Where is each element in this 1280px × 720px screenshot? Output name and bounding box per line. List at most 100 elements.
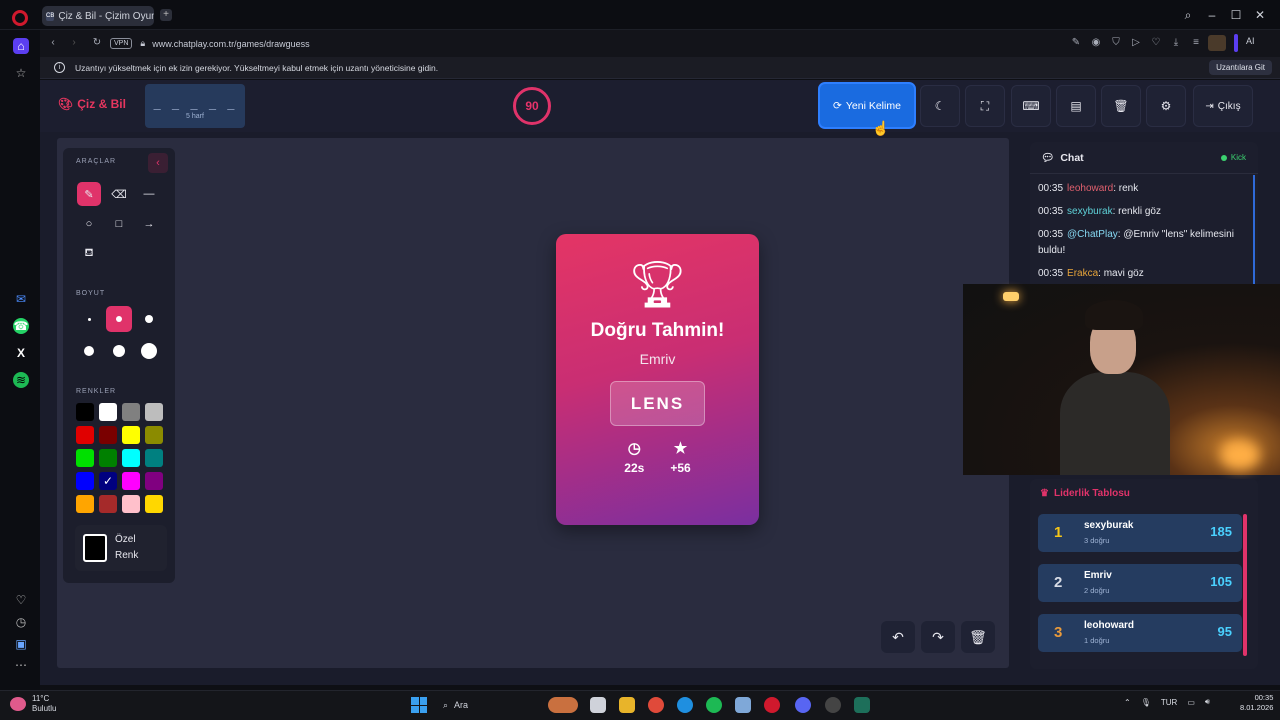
size-option[interactable] [113, 345, 125, 357]
redo-button[interactable]: ↷ [921, 621, 955, 653]
brush-tool[interactable]: ✎ [77, 182, 101, 206]
color-swatch[interactable] [99, 403, 117, 421]
task-view-icon[interactable] [590, 697, 606, 713]
app-logo[interactable]: 🎨︎ Çiz & Bil [58, 97, 126, 111]
discord-icon[interactable] [795, 697, 811, 713]
size-option[interactable] [84, 346, 94, 356]
size-option[interactable] [141, 343, 157, 359]
leaderboard-scrollbar[interactable] [1243, 514, 1247, 656]
color-swatch[interactable] [145, 403, 163, 421]
maximize-button[interactable]: ☐ [1228, 7, 1244, 23]
color-swatch[interactable] [122, 472, 140, 490]
heart-icon[interactable]: ♡ [1149, 36, 1163, 50]
monitor-icon[interactable]: ▭ [1187, 698, 1195, 707]
volume-icon[interactable]: 🔊︎ [1205, 697, 1210, 707]
size-option[interactable] [88, 318, 91, 321]
file-explorer-icon[interactable] [619, 697, 635, 713]
home-icon[interactable]: ⌂ [13, 38, 29, 54]
undo-button[interactable]: ↶ [881, 621, 915, 653]
eraser-tool[interactable]: ⌫ [107, 182, 131, 206]
download-icon[interactable]: ⤓ [1169, 36, 1183, 50]
color-swatch[interactable] [145, 449, 163, 467]
color-swatch[interactable] [122, 495, 140, 513]
edit-icon[interactable]: ✎ [1069, 36, 1083, 50]
spotify-icon[interactable]: ≋ [13, 372, 29, 388]
chat-user[interactable]: sexyburak [1067, 206, 1113, 217]
settings-app-icon[interactable] [735, 697, 751, 713]
size-option[interactable] [145, 315, 153, 323]
arrow-tool[interactable]: → [137, 212, 161, 236]
chrome-icon[interactable] [648, 697, 664, 713]
chat-user[interactable]: @ChatPlay [1067, 229, 1118, 240]
whatsapp-icon[interactable]: ☎ [13, 318, 29, 334]
vpn-badge[interactable]: VPN [110, 38, 133, 49]
spotify-taskbar-icon[interactable] [706, 697, 722, 713]
chat-scrollbar[interactable] [1253, 175, 1255, 285]
browser-tab[interactable]: CB Çiz & Bil - Çizim Oyun [42, 6, 154, 26]
circle-tool[interactable]: ○ [77, 212, 101, 236]
tray-chevron-icon[interactable]: ⌃ [1124, 698, 1131, 707]
fullscreen-button[interactable]: ⛶ [965, 85, 1005, 127]
extensions-cube-icon[interactable]: ▣ [13, 636, 29, 652]
color-swatch[interactable] [76, 495, 94, 513]
reload-icon[interactable]: ↻ [90, 36, 104, 50]
taskbar-clock[interactable]: 00:35 8.01.2026 [1240, 693, 1273, 713]
more-dots-icon[interactable]: ⋯ [13, 657, 29, 673]
custom-color-button[interactable]: Özel Renk [75, 525, 167, 571]
profile-avatar[interactable] [1208, 35, 1226, 51]
opera-logo-icon[interactable] [12, 10, 28, 26]
color-swatch[interactable] [122, 449, 140, 467]
widget-app-icon[interactable] [548, 697, 578, 713]
line-tool[interactable]: — [137, 182, 161, 206]
taskbar-search[interactable]: ⌕ Ara [440, 696, 550, 714]
bookmark-star-icon[interactable]: ☆ [13, 65, 29, 81]
forward-arrow-icon[interactable]: › [67, 36, 81, 50]
url-field[interactable]: VPN 🔒︎ www.chatplay.com.tr/games/drawgue… [110, 34, 1220, 53]
back-arrow-icon[interactable]: ‹ [46, 36, 60, 50]
terminal-app-icon[interactable] [854, 697, 870, 713]
snapshot-icon[interactable]: ◉ [1089, 36, 1103, 50]
go-to-extensions-button[interactable]: Uzantılara Git [1209, 60, 1272, 75]
language-indicator[interactable]: TUR [1161, 698, 1177, 707]
opera-taskbar-icon[interactable] [764, 697, 780, 713]
minimize-button[interactable]: – [1204, 7, 1220, 23]
weather-widget[interactable]: 11°C Bulutlu [10, 694, 56, 714]
color-swatch[interactable] [76, 426, 94, 444]
x-twitter-icon[interactable]: X [13, 345, 29, 361]
color-swatch[interactable] [76, 449, 94, 467]
color-swatch[interactable] [99, 449, 117, 467]
chat-user[interactable]: leohoward [1067, 183, 1113, 194]
close-window-button[interactable]: ✕ [1252, 7, 1268, 23]
color-swatch[interactable] [99, 426, 117, 444]
shield-icon[interactable]: ⛉ [1109, 36, 1123, 50]
new-word-button[interactable]: ⟳ Yeni Kelime [818, 82, 916, 129]
archive-button[interactable]: ▤ [1056, 85, 1096, 127]
obs-icon[interactable] [825, 697, 841, 713]
color-swatch[interactable] [99, 495, 117, 513]
settings-button[interactable]: ⚙ [1146, 85, 1186, 127]
rectangle-tool[interactable]: □ [107, 212, 131, 236]
play-icon[interactable]: ▷ [1129, 36, 1143, 50]
color-swatch[interactable] [145, 426, 163, 444]
ai-button[interactable]: AI [1246, 36, 1255, 46]
clear-canvas-button[interactable]: 🗑︎ [961, 621, 995, 653]
microphone-icon[interactable]: 🎙︎ [1141, 698, 1151, 707]
chat-user[interactable]: Erakca [1067, 268, 1098, 279]
keyboard-button[interactable]: ⌨ [1011, 85, 1051, 127]
favorites-heart-icon[interactable]: ♡ [13, 592, 29, 608]
color-swatch[interactable] [76, 472, 94, 490]
menu-icon[interactable]: ≡ [1189, 36, 1203, 50]
color-swatch[interactable] [122, 426, 140, 444]
color-swatch[interactable] [145, 472, 163, 490]
color-swatch[interactable] [145, 495, 163, 513]
browser-search-icon[interactable]: ⌕ [1180, 7, 1196, 23]
dark-mode-button[interactable]: ☾ [920, 85, 960, 127]
start-button[interactable] [411, 697, 427, 713]
messenger-icon[interactable]: ✉ [13, 291, 29, 307]
clear-button[interactable]: 🗑︎ [1101, 85, 1141, 127]
history-clock-icon[interactable]: ◷ [13, 614, 29, 630]
collapse-panel-button[interactable]: ‹ [148, 153, 168, 173]
color-swatch[interactable] [76, 403, 94, 421]
new-tab-button[interactable]: + [160, 9, 172, 21]
edge-icon[interactable] [677, 697, 693, 713]
